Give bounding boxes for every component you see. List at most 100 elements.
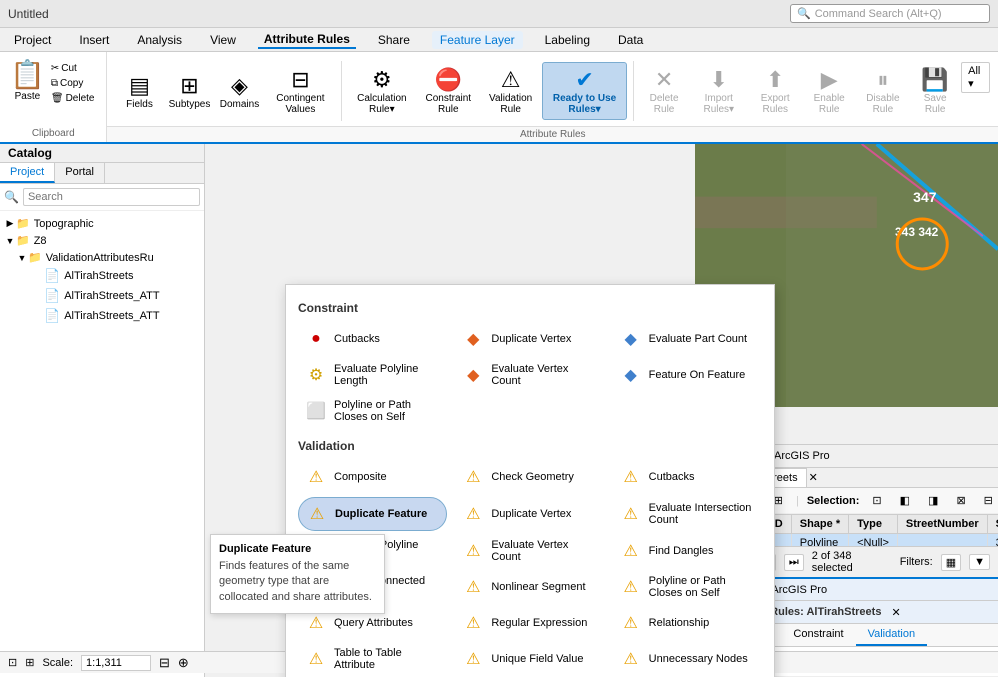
val-table-to-table[interactable]: ⚠ Table to Table Attribute: [298, 643, 447, 675]
sel-btn3[interactable]: ◨: [923, 491, 943, 510]
command-search-label: Command Search (Alt+Q): [815, 8, 942, 20]
title-bar: Untitled 🔍 Command Search (Alt+Q): [0, 0, 998, 28]
col-street-number[interactable]: StreetNumber: [897, 515, 987, 534]
val-polyline-closes[interactable]: ⚠ Polyline or Path Closes on Self: [613, 571, 762, 603]
val-unnecessary-nodes-icon: ⚠: [619, 647, 643, 671]
delete-button[interactable]: 🗑 Delete: [49, 92, 97, 105]
constraint-cutbacks[interactable]: ● Cutbacks: [298, 323, 447, 355]
val-relationship[interactable]: ⚠ Relationship: [613, 607, 762, 639]
domains-icon: ◈: [231, 73, 248, 99]
sel-btn2[interactable]: ◧: [895, 491, 915, 510]
col-type[interactable]: Type: [849, 515, 898, 534]
validation-rule-button[interactable]: ⚠ Validation Rule: [481, 63, 541, 119]
menu-view[interactable]: View: [204, 31, 242, 49]
map-icon-1[interactable]: ⊡: [8, 656, 17, 669]
menu-project[interactable]: Project: [8, 31, 57, 49]
calculation-rule-button[interactable]: ⚙ Calculation Rule▾: [348, 63, 416, 119]
catalog-tab-project[interactable]: Project: [0, 163, 55, 183]
catalog-search-bar: 🔍: [0, 184, 204, 211]
val-unnecessary-nodes[interactable]: ⚠ Unnecessary Nodes: [613, 643, 762, 675]
save-rule-icon: 💾: [921, 67, 948, 93]
val-composite[interactable]: ⚠ Composite: [298, 461, 447, 493]
clipboard-group: 📋 Paste ✂ Cut ⧉ Copy 🗑 Delete Clipboard: [0, 52, 107, 142]
scale-input[interactable]: [81, 655, 151, 671]
fields-button[interactable]: ▤ Fields: [115, 69, 163, 114]
cut-button[interactable]: ✂ Cut: [49, 62, 97, 75]
filter-btn1[interactable]: ▦: [941, 554, 961, 571]
tree-item-altirah-att2[interactable]: 📄 AlTirahStreets_ATT: [0, 306, 204, 326]
zoom-icon-2[interactable]: ⊕: [178, 655, 189, 671]
tab-validation[interactable]: Validation: [856, 624, 928, 646]
constraint-eval-vertex[interactable]: ◆ Evaluate Vertex Count: [455, 359, 604, 391]
import-rules-button[interactable]: ⬇ Import Rules▾: [691, 63, 747, 119]
contingent-values-button[interactable]: ⊟ Contingent Values: [265, 63, 335, 119]
constraint-feature-on[interactable]: ◆ Feature On Feature: [613, 359, 762, 391]
val-eval-intersect[interactable]: ⚠ Evaluate Intersection Count: [613, 497, 762, 531]
menu-labeling[interactable]: Labeling: [539, 31, 596, 49]
val-dup-vertex[interactable]: ⚠ Duplicate Vertex: [455, 497, 604, 531]
catalog-title: Catalog: [8, 146, 52, 160]
constraint-rule-button[interactable]: ⛔ Constraint Rule: [418, 63, 479, 119]
col-street-name[interactable]: StreetName: [987, 515, 998, 534]
nav-last[interactable]: ⏭: [784, 554, 804, 571]
tree-item-altirah[interactable]: 📄 AlTirahStreets: [0, 266, 204, 286]
disable-rule-button[interactable]: ⏸ Disable Rule: [857, 63, 910, 119]
dup-vertex-icon: ◆: [461, 327, 485, 351]
filter-btn2[interactable]: ▼: [969, 554, 990, 570]
val-find-dangles[interactable]: ⚠ Find Dangles: [613, 535, 762, 567]
map-icon-2[interactable]: ⊞: [25, 656, 34, 669]
menu-analysis[interactable]: Analysis: [131, 31, 188, 49]
val-dup-feature[interactable]: ⚠ Duplicate Feature: [298, 497, 447, 531]
val-unique-field-icon: ⚠: [461, 647, 485, 671]
val-check-geom[interactable]: ⚠ Check Geometry: [455, 461, 604, 493]
tree-item-z8[interactable]: ▼ 📁 Z8: [0, 232, 204, 249]
val-regular-exp[interactable]: ⚠ Regular Expression: [455, 607, 604, 639]
tree-item-altirah-att[interactable]: 📄 AlTirahStreets_ATT: [0, 286, 204, 306]
col-shape[interactable]: Shape *: [791, 515, 848, 534]
sel-btn4[interactable]: ⊠: [951, 491, 970, 510]
zoom-icon-1[interactable]: ⊟: [159, 655, 170, 671]
save-rule-button[interactable]: 💾 Save Rule: [911, 63, 959, 119]
right-area: Constraint ● Cutbacks ◆ Duplicate Vertex…: [205, 144, 998, 677]
ready-to-use-rules-button[interactable]: ✔ Ready to Use Rules▾: [542, 62, 626, 120]
subtypes-button[interactable]: ⊞ Subtypes: [165, 69, 213, 114]
sel-btn1[interactable]: ⊡: [867, 491, 886, 510]
menu-attribute-rules[interactable]: Attribute Rules: [258, 30, 356, 49]
filters-label: Filters:: [900, 556, 933, 568]
catalog-tab-portal[interactable]: Portal: [55, 163, 105, 183]
sel-btn5[interactable]: ⊟: [979, 491, 998, 510]
polyline-closes-icon: ⬜: [304, 399, 328, 423]
constraint-dup-vertex[interactable]: ◆ Duplicate Vertex: [455, 323, 604, 355]
attr-rules-tab-close[interactable]: ✕: [891, 606, 900, 619]
command-search[interactable]: 🔍 Command Search (Alt+Q): [790, 4, 990, 23]
constraint-eval-part[interactable]: ◆ Evaluate Part Count: [613, 323, 762, 355]
tab-constraint[interactable]: Constraint: [781, 624, 855, 646]
menu-insert[interactable]: Insert: [73, 31, 115, 49]
constraint-eval-poly[interactable]: ⚙ Evaluate Polyline Length: [298, 359, 447, 391]
tree-item-validation[interactable]: ▼ 📁 ValidationAttributesRu: [0, 249, 204, 266]
table-tab-close[interactable]: ✕: [809, 471, 818, 484]
contingent-icon: ⊟: [291, 67, 309, 93]
doc-icon-al: 📄: [44, 268, 60, 284]
constraint-polyline-closes[interactable]: ⬜ Polyline or Path Closes on Self: [298, 395, 447, 427]
domains-button[interactable]: ◈ Domains: [215, 69, 263, 114]
paste-button[interactable]: 📋 Paste: [10, 58, 45, 102]
val-eval-vertex[interactable]: ⚠ Evaluate Vertex Count: [455, 535, 604, 567]
constraint-grid: ● Cutbacks ◆ Duplicate Vertex ◆ Evaluate…: [298, 323, 762, 427]
all-button[interactable]: All ▾: [961, 62, 990, 93]
catalog-search-input[interactable]: [23, 188, 200, 206]
val-unique-field[interactable]: ⚠ Unique Field Value: [455, 643, 604, 675]
val-relationship-icon: ⚠: [619, 611, 643, 635]
enable-rule-button[interactable]: ▶ Enable Rule: [804, 63, 855, 119]
menu-share[interactable]: Share: [372, 31, 416, 49]
delete-rule-button[interactable]: ✕ Delete Rule: [639, 63, 688, 119]
catalog-tabs: Project Portal: [0, 163, 204, 184]
menu-feature-layer[interactable]: Feature Layer: [432, 31, 523, 49]
val-nonlinear[interactable]: ⚠ Nonlinear Segment: [455, 571, 604, 603]
export-rules-button[interactable]: ⬆ Export Rules: [749, 63, 802, 119]
eval-part-icon: ◆: [619, 327, 643, 351]
val-cutbacks[interactable]: ⚠ Cutbacks: [613, 461, 762, 493]
copy-button[interactable]: ⧉ Copy: [49, 77, 97, 90]
tree-item-topographic[interactable]: ▶ 📁 Topographic: [0, 215, 204, 232]
menu-data[interactable]: Data: [612, 31, 649, 49]
